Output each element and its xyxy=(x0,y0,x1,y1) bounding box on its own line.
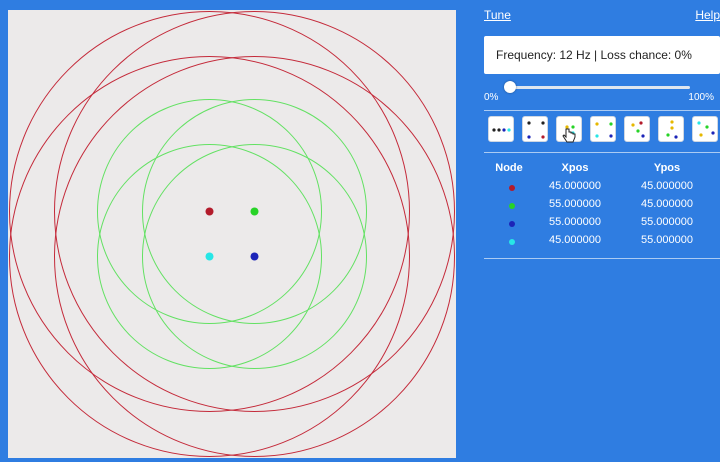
header-node: Node xyxy=(495,162,523,174)
node-ypos: 55.000000 xyxy=(641,234,693,246)
simulation-canvas[interactable] xyxy=(8,10,456,458)
divider xyxy=(484,258,720,259)
preset-vertical-layout[interactable] xyxy=(658,116,684,142)
tune-link[interactable]: Tune xyxy=(484,8,511,22)
preset-scattered-layout[interactable] xyxy=(692,116,718,142)
network-node[interactable] xyxy=(250,252,259,261)
node-xpos: 45.000000 xyxy=(549,180,601,192)
node-xpos: 55.000000 xyxy=(549,198,601,210)
table-row: 45.000000 55.000000 xyxy=(484,234,720,252)
preset-wide-layout[interactable] xyxy=(590,116,616,142)
network-node[interactable] xyxy=(250,207,259,216)
table-row: 45.000000 45.000000 xyxy=(484,180,720,198)
preset-line-layout[interactable] xyxy=(488,116,514,142)
table-row: 55.000000 45.000000 xyxy=(484,198,720,216)
control-panel: Tune Help Frequency: 12 Hz | Loss chance… xyxy=(456,0,720,462)
divider xyxy=(484,152,720,153)
node-ypos: 45.000000 xyxy=(641,180,693,192)
table-row: 55.000000 55.000000 xyxy=(484,216,720,234)
node-xpos: 55.000000 xyxy=(549,216,601,228)
header-xpos: Xpos xyxy=(561,162,589,174)
table-header: Node Xpos Ypos xyxy=(484,162,720,180)
node-xpos: 45.000000 xyxy=(549,234,601,246)
divider xyxy=(484,110,720,111)
preset-mixed-layout[interactable] xyxy=(624,116,650,142)
help-link[interactable]: Help xyxy=(695,8,720,22)
network-node[interactable] xyxy=(205,252,214,261)
slider-track[interactable] xyxy=(510,86,690,89)
slider-thumb[interactable] xyxy=(504,81,516,93)
hand-cursor-icon xyxy=(562,128,576,143)
network-node[interactable] xyxy=(205,207,214,216)
header-ypos: Ypos xyxy=(653,162,681,174)
signal-rings xyxy=(9,11,455,457)
status-text: Frequency: 12 Hz | Loss chance: 0% xyxy=(496,48,692,62)
status-box: Frequency: 12 Hz | Loss chance: 0% xyxy=(484,36,720,74)
slider-min-label: 0% xyxy=(484,92,499,103)
loss-chance-slider[interactable]: 0% 100% xyxy=(484,80,720,104)
slider-max-label: 100% xyxy=(688,92,714,103)
top-links: Tune Help xyxy=(484,8,720,24)
table-body: 45.000000 45.000000 55.000000 45.000000 55.0… xyxy=(484,180,720,252)
node-table: Node Xpos Ypos 45.000000 45.000000 55.0000… xyxy=(484,162,720,252)
node-ypos: 45.000000 xyxy=(641,198,693,210)
layout-presets xyxy=(488,116,720,144)
preset-corners-layout[interactable] xyxy=(522,116,548,142)
node-ypos: 55.000000 xyxy=(641,216,693,228)
